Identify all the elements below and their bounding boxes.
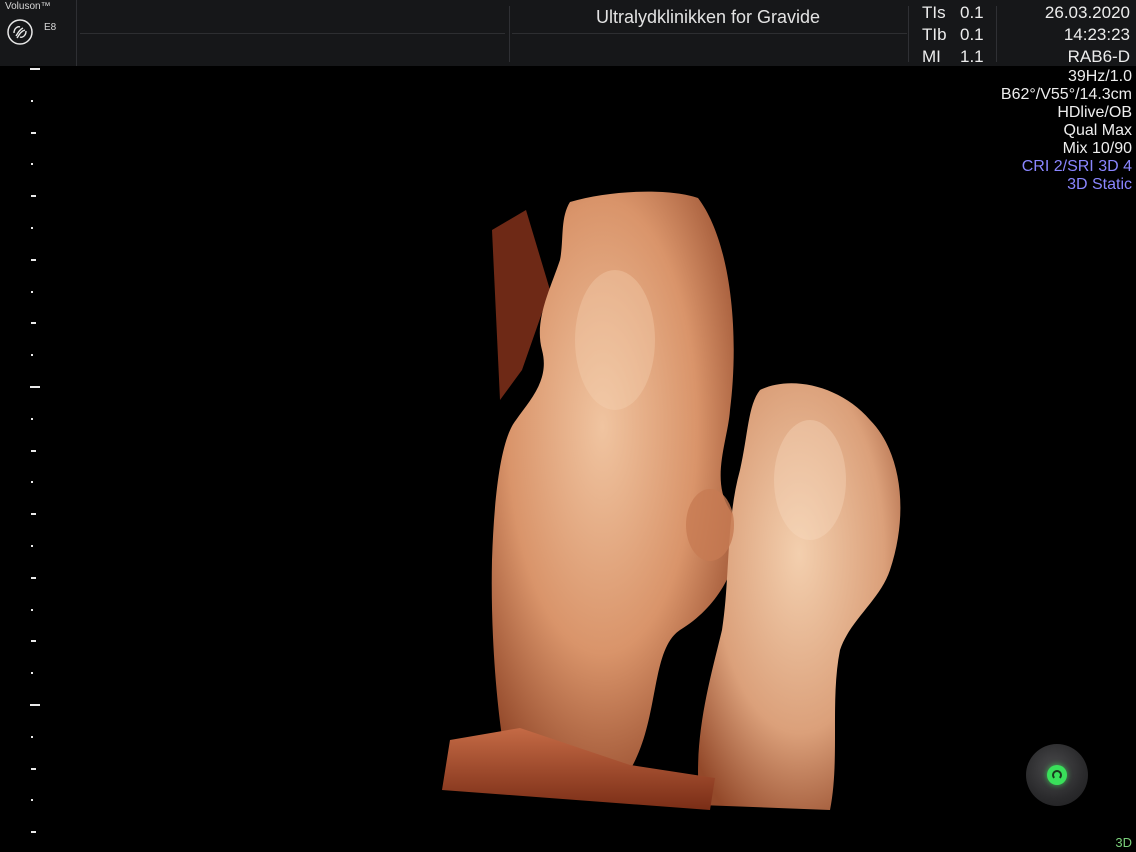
mix-label: Mix 10/90 — [1062, 140, 1132, 157]
depth-tick — [31, 640, 36, 642]
header-separator — [509, 6, 510, 62]
ge-logo-icon — [7, 19, 33, 45]
index-mi-value: 1.1 — [960, 47, 984, 66]
parameter-panel: 39Hz/1.0 B62°/V55°/14.3cm HDlive/OB Qual… — [1001, 68, 1132, 194]
render-highlight — [575, 270, 655, 410]
depth-tick — [31, 513, 36, 515]
depth-tick — [31, 291, 33, 293]
brand-name: Voluson™ — [5, 1, 51, 12]
depth-tick — [31, 227, 33, 229]
header-separator — [908, 6, 909, 62]
header-divider-center — [512, 33, 907, 34]
volume-settings: B62°/V55°/14.3cm — [1000, 86, 1132, 103]
mode-3d-label: 3D — [1115, 835, 1132, 850]
mode-label: 3D Static — [1067, 176, 1132, 193]
depth-tick — [31, 831, 36, 833]
exam-date: 26.03.2020 — [1044, 3, 1130, 22]
header-separator — [996, 6, 997, 62]
trackball-indicator-icon — [1047, 765, 1067, 785]
preset-label: HDlive/OB — [1057, 104, 1132, 121]
render-highlight — [774, 420, 846, 540]
frame-rate: 39Hz/1.0 — [1067, 68, 1132, 85]
index-tib-value: 0.1 — [960, 25, 984, 44]
depth-tick — [31, 195, 36, 197]
depth-tick — [30, 704, 40, 706]
exam-time: 14:23:23 — [1063, 25, 1130, 44]
depth-tick — [31, 418, 33, 420]
brand-block: Voluson™ E8 — [0, 0, 77, 66]
header-bar: Voluson™ E8 Ultralydklinikken for Gravid… — [0, 0, 1136, 66]
depth-tick — [31, 545, 33, 547]
index-tib-label: TIb — [922, 25, 947, 44]
index-tis-value: 0.1 — [960, 3, 984, 22]
clinic-name: Ultralydklinikken for Gravide — [595, 7, 821, 27]
render-shading — [686, 489, 734, 561]
probe-name: RAB6-D — [1067, 47, 1130, 66]
render-shadow — [492, 210, 550, 400]
depth-tick — [31, 672, 33, 674]
depth-tick — [31, 259, 36, 261]
trackball-icon[interactable] — [1026, 744, 1088, 806]
header-divider-left — [80, 33, 505, 34]
depth-tick — [31, 768, 36, 770]
quality-label: Qual Max — [1063, 122, 1132, 139]
depth-tick — [31, 100, 33, 102]
depth-tick — [30, 68, 40, 70]
depth-tick — [30, 386, 40, 388]
depth-tick — [31, 354, 33, 356]
model-name: E8 — [44, 22, 57, 33]
depth-tick — [31, 577, 36, 579]
ultrasound-3d-render — [442, 191, 901, 810]
index-tis-label: TIs — [922, 3, 946, 22]
depth-tick — [31, 609, 33, 611]
depth-scale — [0, 60, 60, 850]
depth-tick — [31, 132, 36, 134]
index-mi-label: MI — [922, 47, 941, 66]
depth-tick — [31, 799, 33, 801]
depth-tick — [31, 481, 33, 483]
depth-tick — [31, 322, 36, 324]
depth-tick — [31, 736, 33, 738]
depth-tick — [31, 163, 33, 165]
cri-label: CRI 2/SRI 3D 4 — [1021, 158, 1132, 175]
depth-tick — [31, 450, 36, 452]
